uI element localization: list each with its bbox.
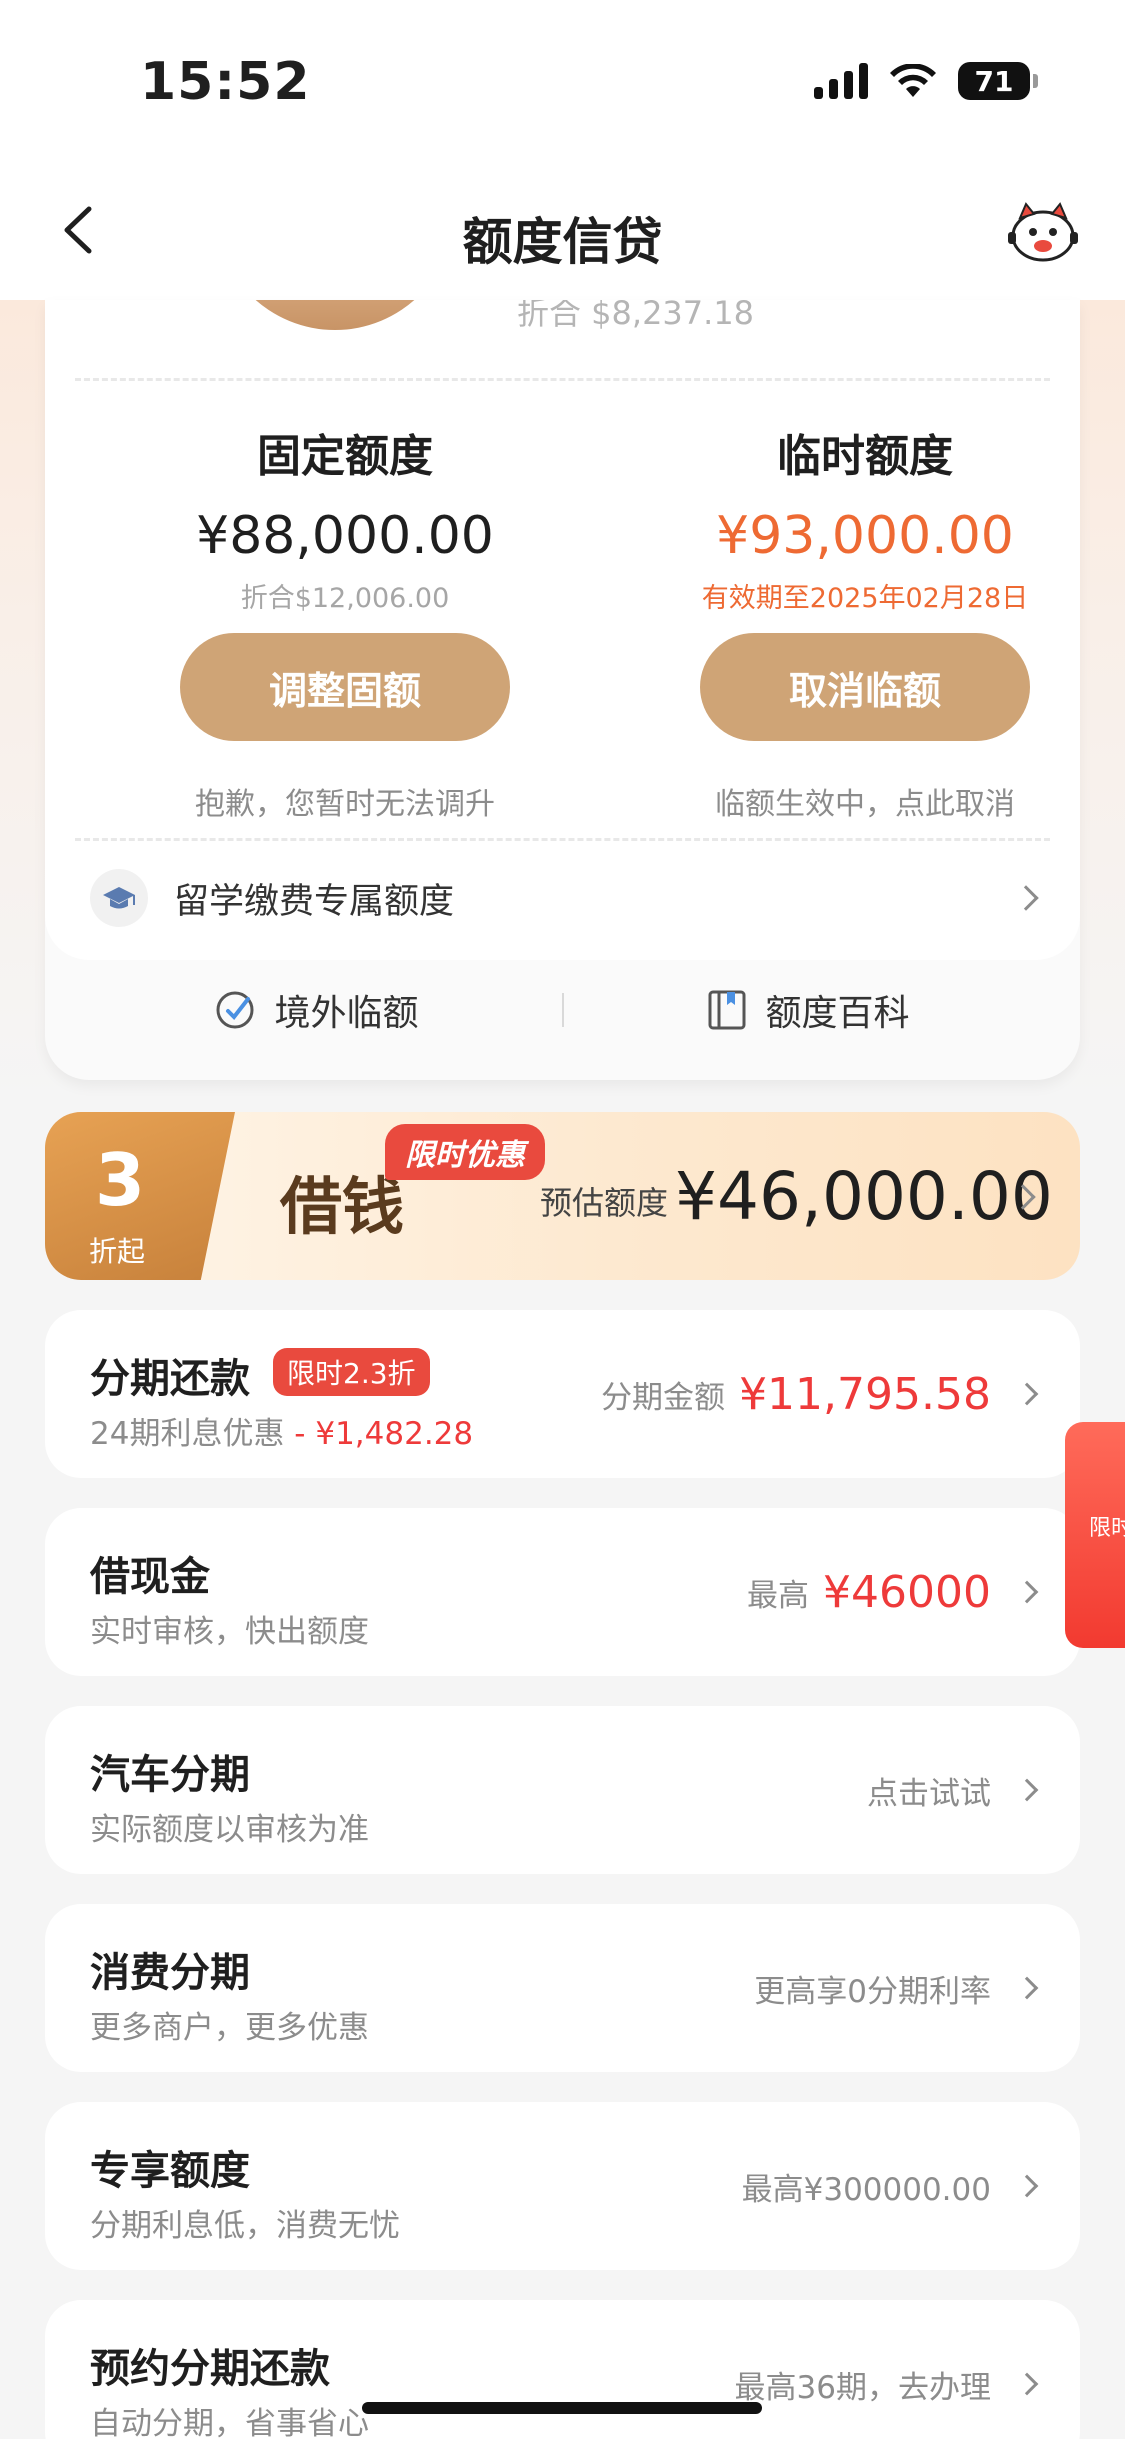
- borrow-money-banner[interactable]: 3 折起 借钱 限时优惠 预估额度 ¥46,000.00: [45, 1112, 1080, 1280]
- status-time: 15:52: [140, 52, 311, 112]
- consumer-installment-item[interactable]: 消费分期 更多商户，更多优惠 更高享0分期利率: [45, 1904, 1080, 2072]
- limited-offer-badge: 限时优惠: [385, 1124, 545, 1180]
- temporary-quota-validity: 有效期至2025年02月28日: [701, 583, 1029, 614]
- discount-suffix: 折起: [89, 1235, 146, 1268]
- installment-repayment-item[interactable]: 分期还款 限时2.3折 24期利息优惠 - ¥1,482.28 分期金额 ¥11…: [45, 1310, 1080, 1478]
- item-title: 汽车分期: [90, 1752, 250, 1798]
- coin-decoration: [215, 300, 455, 330]
- floating-promo-tab[interactable]: 限时: [1065, 1422, 1125, 1648]
- chevron-right-icon: [1013, 885, 1039, 911]
- fixed-quota-section: 固定额度 ¥88,000.00 折合$12,006.00 调整固额 抱歉，您暂时…: [135, 420, 555, 823]
- mascot-icon[interactable]: [1006, 198, 1080, 264]
- chevron-right-icon: [1015, 1778, 1039, 1802]
- item-title: 借现金: [90, 1554, 210, 1600]
- item-subtitle: 分期利息低，消费无忧: [90, 2208, 400, 2244]
- item-title: 分期还款: [90, 1356, 250, 1402]
- installment-amount: ¥11,795.58: [739, 1368, 991, 1420]
- item-action-text: 点击试试: [867, 1775, 991, 1812]
- scheduled-installment-item[interactable]: 预约分期还款 自动分期，省事省心 最高36期，去办理: [45, 2300, 1080, 2439]
- chevron-right-icon: [1015, 2174, 1039, 2198]
- cellular-signal-icon: [814, 63, 868, 99]
- item-action-text: 更高享0分期利率: [754, 1973, 991, 2010]
- cancel-temporary-quota-button[interactable]: 取消临额: [700, 633, 1030, 741]
- item-subtitle: 自动分期，省事省心: [90, 2406, 369, 2439]
- home-indicator[interactable]: [362, 2402, 762, 2414]
- fixed-quota-note: 抱歉，您暂时无法调升: [195, 787, 495, 822]
- temporary-quota-amount: ¥93,000.00: [716, 506, 1014, 566]
- chevron-right-icon: [1015, 2372, 1039, 2396]
- overseas-temp-quota-link[interactable]: 境外临额: [127, 984, 507, 1036]
- quota-links-row: 境外临额 额度百科: [45, 960, 1080, 1060]
- discount-badge: 限时2.3折: [273, 1348, 430, 1396]
- item-subtitle: 更多商户，更多优惠: [90, 2010, 369, 2046]
- item-action-text: 最高¥300000.00: [741, 2171, 991, 2208]
- fixed-quota-conversion: 折合$12,006.00: [240, 583, 450, 614]
- chevron-right-icon: [1015, 1976, 1039, 2000]
- plane-globe-icon: [216, 991, 254, 1029]
- fixed-quota-amount: ¥88,000.00: [196, 506, 494, 566]
- quota-wiki-label: 额度百科: [765, 993, 910, 1034]
- study-abroad-quota-row[interactable]: 留学缴费专属额度: [90, 858, 1039, 938]
- quota-card: 折合 $8,237.18 固定额度 ¥88,000.00 折合$12,006.0…: [45, 300, 1080, 1080]
- interest-discount: - ¥1,482.28: [284, 1416, 474, 1452]
- nav-bar: 额度信贷: [0, 160, 1125, 300]
- study-abroad-quota-label: 留学缴费专属额度: [174, 881, 455, 922]
- adjust-fixed-quota-button[interactable]: 调整固额: [180, 633, 510, 741]
- overseas-temp-quota-label: 境外临额: [274, 993, 419, 1034]
- estimate-amount: ¥46,000.00: [675, 1158, 1053, 1235]
- book-icon: [708, 990, 746, 1030]
- status-icons: 71: [814, 62, 1038, 100]
- max-label: 最高: [747, 1577, 810, 1614]
- fixed-quota-label: 固定额度: [257, 431, 433, 482]
- temporary-quota-note: 临额生效中，点此取消: [715, 787, 1015, 822]
- chevron-right-icon: [1015, 1580, 1039, 1604]
- discount-number: 3: [95, 1138, 146, 1222]
- max-amount: ¥46000: [823, 1566, 991, 1618]
- item-title: 预约分期还款: [90, 2346, 330, 2392]
- temporary-quota-label: 临时额度: [777, 431, 953, 482]
- wifi-icon: [890, 64, 936, 97]
- graduation-cap-icon: [90, 869, 148, 927]
- item-title: 专享额度: [90, 2148, 250, 2194]
- temporary-quota-section: 临时额度 ¥93,000.00 有效期至2025年02月28日 取消临额 临额生…: [655, 420, 1075, 823]
- quota-card-body: 折合 $8,237.18 固定额度 ¥88,000.00 折合$12,006.0…: [45, 300, 1080, 960]
- estimate-label: 预估额度: [540, 1184, 669, 1222]
- divider: [75, 838, 1050, 841]
- floating-promo-label: 限时: [1089, 1516, 1125, 1541]
- item-subtitle: 实际额度以审核为准: [90, 1812, 369, 1848]
- page-title: 额度信贷: [462, 213, 663, 271]
- previous-conversion: 折合 $8,237.18: [517, 300, 755, 330]
- installment-amount-label: 分期金额: [601, 1379, 726, 1416]
- item-title: 消费分期: [90, 1950, 250, 1996]
- status-bar: 15:52 71: [0, 0, 1125, 160]
- quota-wiki-link[interactable]: 额度百科: [619, 984, 999, 1036]
- item-subtitle: 实时审核，快出额度: [90, 1614, 369, 1650]
- divider: [75, 378, 1050, 381]
- battery-icon: 71: [958, 62, 1038, 100]
- item-action-text: 最高36期，去办理: [734, 2369, 991, 2406]
- item-subtitle: 24期利息优惠 - ¥1,482.28: [90, 1416, 474, 1452]
- chevron-right-icon: [1015, 1382, 1039, 1406]
- borrow-cash-item[interactable]: 借现金 实时审核，快出额度 最高 ¥46000: [45, 1508, 1080, 1676]
- exclusive-quota-item[interactable]: 专享额度 分期利息低，消费无忧 最高¥300000.00: [45, 2102, 1080, 2270]
- separator: [561, 993, 564, 1027]
- car-installment-item[interactable]: 汽车分期 实际额度以审核为准 点击试试: [45, 1706, 1080, 1874]
